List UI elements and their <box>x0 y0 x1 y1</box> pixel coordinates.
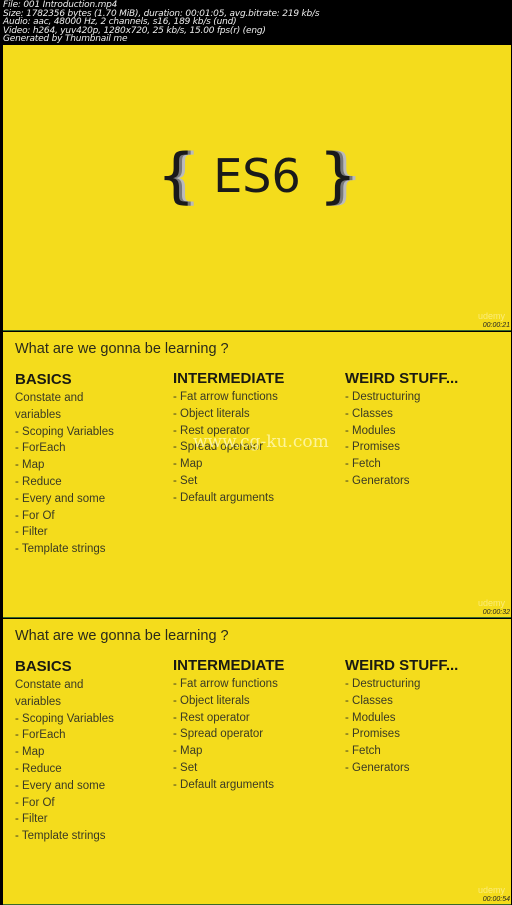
es6-logo: { ES6} <box>3 137 511 211</box>
list-item: - Object literals <box>173 407 250 420</box>
list-item: - Scoping Variables <box>15 425 114 438</box>
list-item: - Promises <box>345 728 400 741</box>
column-basics: BASICS Constate and variables - Scoping Va… <box>15 658 114 845</box>
list-item: - Set <box>173 474 198 487</box>
list-item: - Reduce <box>15 762 62 775</box>
column-heading: BASICS <box>15 658 72 675</box>
list-item: Constate and <box>15 679 84 691</box>
list-item: - Scoping Variables <box>15 712 114 725</box>
column-intermediate: INTERMEDIATE - Fat arrow functions - Objec… <box>173 657 284 794</box>
list-item: - Filter <box>15 526 48 539</box>
list-item: - Filter <box>15 813 48 826</box>
list-item: - Destructuring <box>345 678 421 690</box>
column-weird-stuff: WEIRD STUFF... - Destructuring - Classes - … <box>345 370 458 490</box>
list-item: Constate and <box>15 392 84 404</box>
list-item: - Fat arrow functions <box>173 391 278 403</box>
list-item: - ForEach <box>15 442 66 455</box>
list-item: - Every and some <box>15 492 106 505</box>
list-item: - Promises <box>345 441 400 454</box>
list-item: - Rest operator <box>173 711 250 724</box>
list-item: - Default arguments <box>173 778 274 791</box>
column-heading: WEIRD STUFF... <box>345 370 459 387</box>
list-item: - ForEach <box>15 729 66 742</box>
list-item: - Map <box>15 459 45 472</box>
list-item: - Template strings <box>15 830 106 843</box>
list-item: variables <box>15 695 62 708</box>
timestamp: 00:00:21 <box>482 322 510 329</box>
list-item: - Destructuring <box>345 391 421 403</box>
list-item: - Classes <box>345 694 393 707</box>
list-item: - Generators <box>345 474 410 487</box>
column-basics: BASICS Constate and variables - Scoping Va… <box>15 371 114 558</box>
column-weird-stuff: WEIRD STUFF... - Destructuring - Classes - … <box>345 657 458 777</box>
list-item: - For Of <box>15 796 55 809</box>
list-item: - Default arguments <box>173 491 274 504</box>
list-item: - Map <box>15 746 45 759</box>
timestamp: 00:00:54 <box>482 896 510 903</box>
list-item: - Set <box>173 761 198 774</box>
thumbnail-frame-2: What are we gonna be learning ? BASICS C… <box>3 332 511 618</box>
brand-logo: udemy <box>477 885 505 895</box>
slide-title: What are we gonna be learning ? <box>15 341 229 357</box>
list-item: - Classes <box>345 407 393 420</box>
list-item: - Fetch <box>345 745 381 758</box>
left-brace: { <box>157 141 196 211</box>
video-info-header: File: 001 Introduction.mp4 Size: 1782356… <box>3 1 320 45</box>
list-item: - Template strings <box>15 543 106 556</box>
list-item: - Map <box>173 458 203 471</box>
list-item: - Reduce <box>15 475 62 488</box>
thumbnail-frame-1: { ES6} udemy 00:00:21 <box>3 45 511 331</box>
thumbnail-frame-3: What are we gonna be learning ? BASICS C… <box>3 619 511 905</box>
column-heading: INTERMEDIATE <box>173 370 285 387</box>
column-heading: BASICS <box>15 371 72 388</box>
timestamp: 00:00:32 <box>482 609 510 616</box>
list-item: - Map <box>173 745 203 758</box>
column-heading: WEIRD STUFF... <box>345 657 459 674</box>
watermark: www.cg-ku.com <box>193 432 329 452</box>
info-generator: Generated by Thumbnail me <box>3 34 128 45</box>
logo-text: ES6 <box>213 149 301 203</box>
list-item: variables <box>15 408 62 421</box>
list-item: - Modules <box>345 424 396 437</box>
brand-logo: udemy <box>477 598 505 608</box>
column-heading: INTERMEDIATE <box>173 657 285 674</box>
list-item: - Fat arrow functions <box>173 678 278 690</box>
list-item: - Spread operator <box>173 728 264 741</box>
slide-title: What are we gonna be learning ? <box>15 628 229 644</box>
list-item: - Fetch <box>345 458 381 471</box>
list-item: - Every and some <box>15 779 106 792</box>
brand-logo: udemy <box>477 311 505 321</box>
list-item: - Generators <box>345 761 410 774</box>
right-brace: } <box>318 141 357 211</box>
list-item: - For Of <box>15 509 55 522</box>
list-item: - Modules <box>345 711 396 724</box>
list-item: - Object literals <box>173 694 250 707</box>
